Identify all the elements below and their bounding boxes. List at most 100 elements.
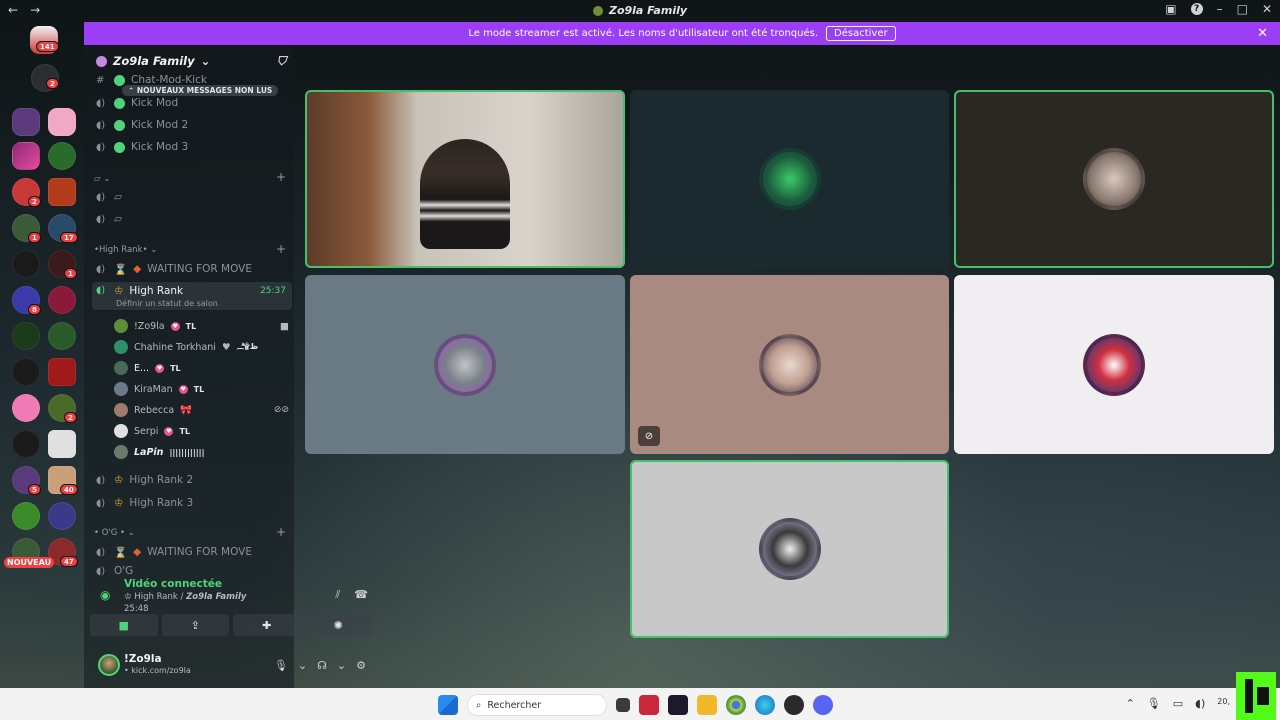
channel-high-rank[interactable]: ◖) ♔ High Rank 25:37 Définir un statut d…	[92, 282, 292, 310]
minimize-button[interactable]: –	[1217, 2, 1223, 16]
server-icon[interactable]	[48, 430, 76, 458]
microphone-icon[interactable]: 🎙︎	[274, 659, 288, 672]
heart-icon: ♥	[155, 363, 165, 373]
server-icon[interactable]	[48, 358, 76, 386]
video-tile-user[interactable]: ⊘	[630, 275, 949, 454]
task-view-icon[interactable]	[616, 698, 630, 712]
close-window-button[interactable]: ✕	[1262, 2, 1272, 16]
server-icon[interactable]	[12, 250, 40, 278]
hourglass-icon: ⌛	[114, 263, 128, 276]
channel-high-rank-3[interactable]: ◖) ♔ High Rank 3	[92, 493, 292, 513]
video-tile-user[interactable]	[305, 275, 625, 454]
adobe-icon[interactable]	[639, 695, 659, 715]
activities-button[interactable]: ✚	[233, 614, 301, 636]
add-channel-icon[interactable]: +	[276, 170, 286, 184]
chevron-down-icon[interactable]: ⌄	[337, 659, 346, 672]
chevron-down-icon[interactable]: ⌄	[298, 659, 307, 672]
voice-user[interactable]: E... ♥ TL	[114, 358, 289, 378]
server-icon[interactable]	[12, 108, 40, 136]
add-channel-icon[interactable]: +	[276, 525, 286, 539]
server-icon[interactable]	[12, 394, 40, 422]
channel-waiting-for-move[interactable]: ◖) ⌛ ◆ WAITING FOR MOVE	[92, 259, 292, 279]
disable-streamer-button[interactable]: Désactiver	[826, 26, 896, 41]
video-tile-user[interactable]	[630, 90, 949, 268]
server-icon[interactable]	[12, 430, 40, 458]
channel-unnamed-1[interactable]: ◖) ▱	[92, 187, 292, 207]
server-icon[interactable]	[48, 142, 76, 170]
user-tag: ظ۩ـۗـﮧ	[236, 342, 259, 351]
category-og[interactable]: • O'G • ⌄	[94, 528, 135, 538]
channel-og[interactable]: ◖) O'G	[92, 564, 292, 578]
video-tile-user[interactable]	[954, 90, 1274, 268]
server-icon[interactable]	[12, 322, 40, 350]
soundboard-button[interactable]: ✺	[304, 614, 372, 636]
video-tile-camera[interactable]	[305, 90, 625, 268]
voice-user[interactable]: Serpi ♥ TL	[114, 421, 289, 441]
category-unnamed[interactable]: ▱ ⌄	[94, 174, 110, 184]
user-display-name[interactable]: !Zo9la	[124, 653, 162, 665]
settings-gear-icon[interactable]: ⚙	[356, 659, 366, 672]
capcut-icon[interactable]	[668, 695, 688, 715]
volume-icon[interactable]: ◖)	[1195, 697, 1205, 710]
new-servers-pill[interactable]: NOUVEAU	[4, 557, 55, 568]
taskbar-search[interactable]: ⌕ Rechercher	[467, 694, 607, 716]
channel-kick-mod-2[interactable]: ◖) Kick Mod 2	[92, 115, 292, 135]
obs-icon[interactable]	[784, 695, 804, 715]
server-icon[interactable]	[48, 322, 76, 350]
server-icon[interactable]	[48, 502, 76, 530]
disconnect-icon[interactable]: ☎	[354, 588, 368, 602]
chevron-up-icon[interactable]: ⌃	[1126, 697, 1135, 710]
avatar[interactable]	[98, 654, 120, 676]
video-tile-user[interactable]	[630, 460, 949, 638]
file-explorer-icon[interactable]	[697, 695, 717, 715]
edge-icon[interactable]	[755, 695, 775, 715]
inbox-icon[interactable]: ▣	[1165, 2, 1176, 16]
avatar	[1083, 333, 1145, 396]
video-tile-user[interactable]	[954, 275, 1274, 454]
noise-suppression-icon[interactable]: ⫽	[335, 588, 340, 602]
forward-arrow-icon[interactable]: →	[30, 3, 40, 17]
server-header[interactable]: Zo9la Family ⌄ ⛉	[84, 46, 294, 76]
channel-kick-mod[interactable]: ◖) Kick Mod	[92, 93, 292, 113]
server-icon[interactable]	[12, 502, 40, 530]
channel-unnamed-2[interactable]: ◖) ▱	[92, 209, 292, 229]
headphones-icon[interactable]: ☊	[317, 659, 327, 672]
channel-status-hint[interactable]: Définir un statut de salon	[116, 299, 218, 308]
microphone-icon[interactable]: 🎙︎	[1147, 697, 1161, 710]
add-channel-icon[interactable]: +	[276, 242, 286, 256]
camera-button[interactable]: ■	[90, 614, 158, 636]
close-banner-icon[interactable]: ✕	[1257, 26, 1268, 41]
signal-icon: ◉	[100, 588, 111, 602]
voice-user[interactable]: Rebecca 🎀 ⊘⊘	[114, 400, 289, 420]
category-label: •High Rank•	[94, 245, 148, 255]
category-high-rank[interactable]: •High Rank• ⌄	[94, 245, 157, 255]
voice-status[interactable]: Vidéo connectée	[124, 578, 222, 590]
channel-high-rank-2[interactable]: ◖) ♔ High Rank 2	[92, 470, 292, 490]
voice-user[interactable]: Chahine Torkhani ♥ ظ۩ـۗـﮧ	[114, 337, 289, 357]
back-arrow-icon[interactable]: ←	[8, 3, 18, 17]
voice-user[interactable]: KiraMan ♥ TL	[114, 379, 289, 399]
help-icon[interactable]: ?	[1190, 3, 1203, 15]
voice-channel-path[interactable]: ♔ High Rank / Zo9la Family	[124, 592, 246, 602]
user-tag: TL	[193, 384, 205, 394]
channel-label: Kick Mod 2	[131, 119, 189, 131]
windows-start-icon[interactable]	[438, 695, 458, 715]
avatar	[1083, 148, 1145, 210]
server-icon[interactable]	[48, 108, 76, 136]
screen-share-button[interactable]: ⇪	[161, 614, 229, 636]
network-icon[interactable]: ▭	[1173, 697, 1183, 710]
server-icon[interactable]	[12, 142, 40, 170]
voice-user[interactable]: LaPin ||||||||||||	[114, 442, 289, 462]
clock[interactable]: 20,	[1217, 697, 1230, 710]
server-icon[interactable]	[12, 358, 40, 386]
chrome-icon[interactable]	[726, 695, 746, 715]
channel-kick-mod-3[interactable]: ◖) Kick Mod 3	[92, 137, 292, 157]
server-icon[interactable]	[48, 178, 76, 206]
discord-icon[interactable]	[813, 695, 833, 715]
maximize-button[interactable]: □	[1237, 2, 1248, 16]
channel-waiting-for-move-2[interactable]: ◖) ⌛ ◆ WAITING FOR MOVE	[92, 542, 292, 562]
server-icon[interactable]	[48, 286, 76, 314]
invite-user-icon[interactable]: ⛉	[277, 54, 286, 69]
hash-icon: #	[96, 74, 105, 86]
voice-user[interactable]: !Zo9la ♥ TL ■	[114, 316, 289, 336]
